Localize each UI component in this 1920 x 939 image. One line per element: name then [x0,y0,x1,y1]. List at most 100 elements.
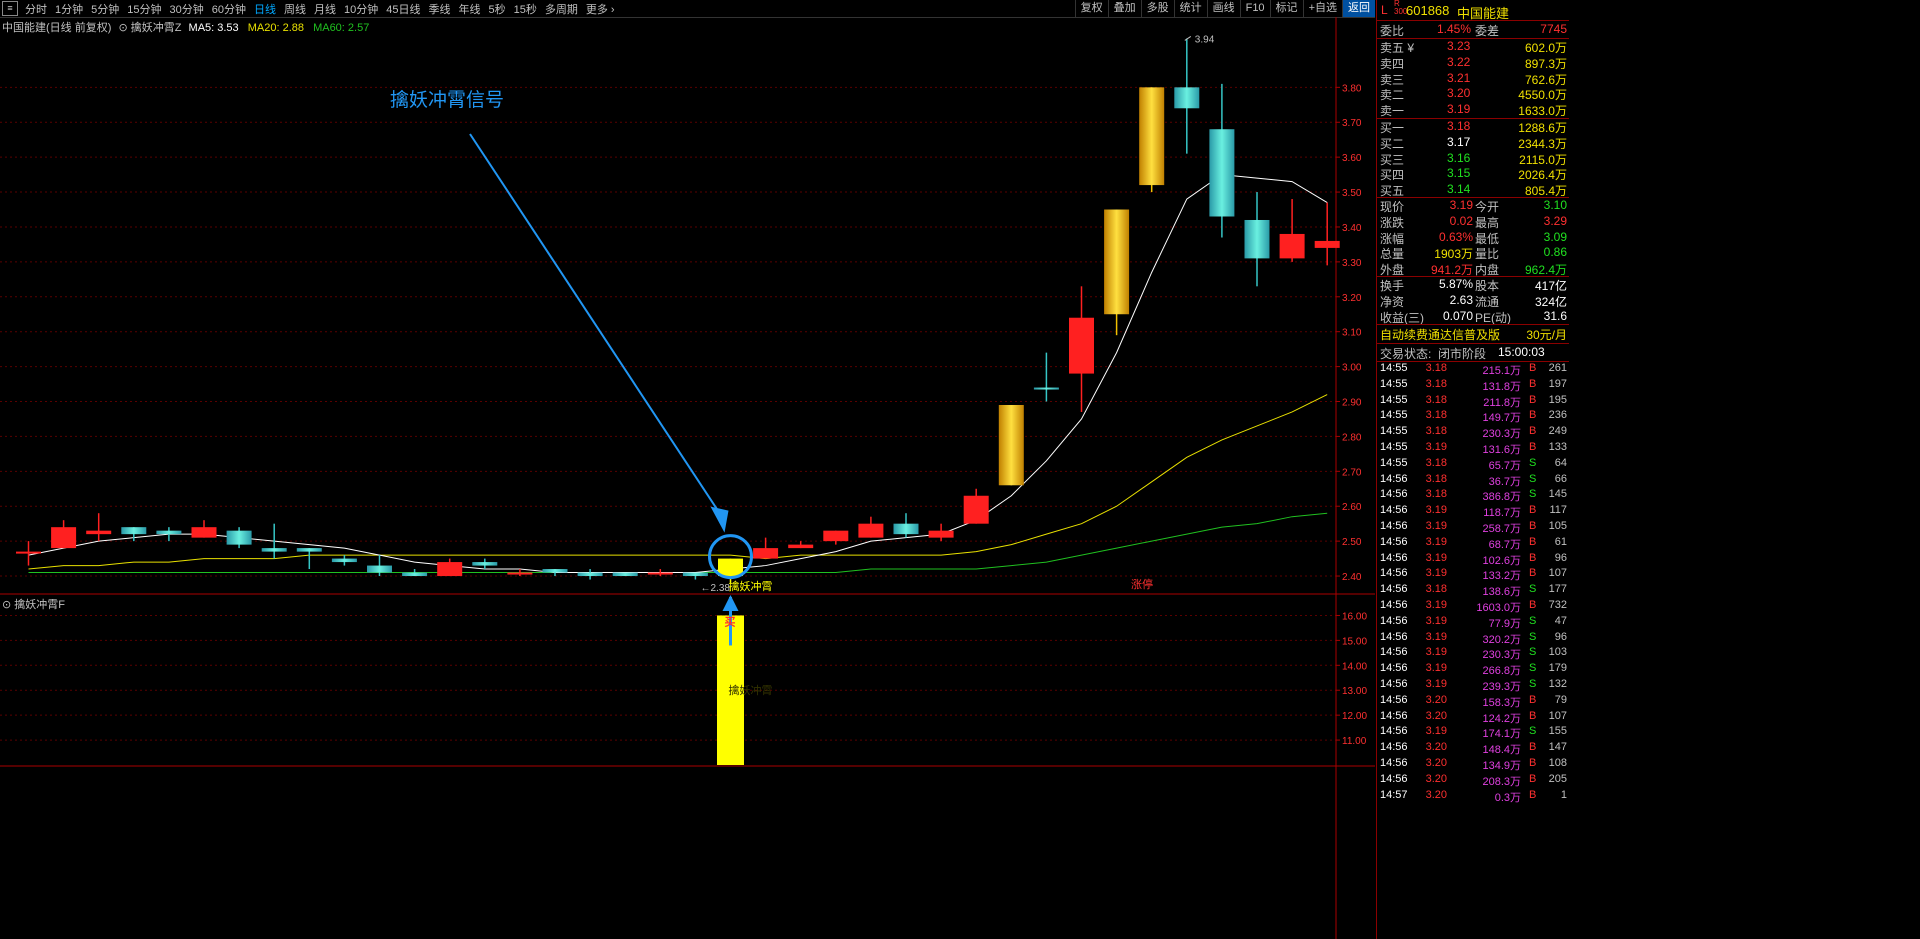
order-label: 买二 [1380,136,1405,151]
tick-cell: B [1529,598,1537,611]
tick-cell: 14:56 [1380,551,1408,564]
kline-chart[interactable]: 3.80 3.70 3.60 3.50 3.40 3.30 3.20 3.10 3.00 2.90… [0,17,1375,939]
tick-row: 14:56 3.20 208.3万 B 205 [1377,773,1569,789]
promo-row[interactable]: 自动续费通达信普及版 30元/月 [1377,326,1569,342]
tick-cell: 215.1万 [1482,365,1521,377]
candle-body [788,544,814,549]
tick-cell: 3.18 [1425,409,1447,422]
period-tab[interactable]: 周线 [280,1,310,17]
stat-row: 总量 1903万 量比 0.86 [1377,245,1569,261]
order-volume: 762.6万 [1524,72,1567,87]
sub-signal-label: 擒妖冲霄 [729,683,773,697]
tool-button[interactable]: 叠加 [1107,0,1141,17]
candle-body [121,527,147,535]
tool-button[interactable]: F10 [1239,0,1270,17]
fund-cell: 净资 [1380,294,1405,309]
tick-cell: 149.7万 [1482,412,1521,425]
candle-body [51,527,77,549]
tick-cell: 14:55 [1380,425,1408,438]
tick-cell: 14:56 [1380,583,1408,596]
period-tab[interactable]: 5秒 [485,1,510,17]
order-price: 3.19 [1447,102,1471,117]
high-marker [1184,36,1192,41]
period-tab[interactable]: 15分钟 [123,1,165,17]
tick-cell: 14:56 [1380,488,1408,501]
tick-cell: 320.2万 [1482,633,1521,646]
promo-text[interactable]: 自动续费通达信普及版 [1380,326,1500,343]
tool-button[interactable]: 复权 [1074,0,1108,17]
tick-list[interactable]: 14:55 3.18 215.1万 B 261 14:55 3.18 131.8万 B 197 14… [1377,362,1569,804]
period-tab[interactable]: 45日线 [382,1,424,17]
period-tab[interactable]: 15秒 [510,1,541,17]
tick-row: 14:56 3.20 134.9万 B 108 [1377,757,1569,773]
tick-cell: 133 [1548,440,1567,453]
tick-row: 14:55 3.18 211.8万 B 195 [1377,394,1569,410]
sub-tick-label: 16.00 [1342,611,1367,622]
tick-cell: 14:56 [1380,504,1408,517]
tick-cell: 205 [1548,772,1567,785]
tick-cell: 3.19 [1425,551,1447,564]
ma5-line [28,174,1328,574]
period-tab[interactable]: 60分钟 [208,1,250,17]
sub-tick-label: 14.00 [1342,661,1367,672]
tick-row: 14:56 3.19 239.3万 S 132 [1377,678,1569,694]
candle-body [261,548,287,552]
period-tab[interactable]: 月线 [310,1,340,17]
menu-icon[interactable]: ≡ [2,1,18,16]
tool-button[interactable]: 统计 [1173,0,1207,17]
tick-cell: 102.6万 [1482,554,1521,567]
candle-body [753,548,779,559]
tick-cell: 155 [1548,725,1567,738]
tick-cell: 64 [1554,456,1567,469]
tick-cell: 239.3万 [1482,680,1521,693]
tick-cell: 131.6万 [1482,443,1521,456]
stat-cell: 3.10 [1543,198,1567,212]
tick-cell: B [1529,393,1537,406]
period-tab[interactable]: 日线 [250,1,280,17]
order-label: 卖四 [1380,56,1405,71]
candle-body [963,495,989,524]
period-tab[interactable]: 更多 › [582,1,619,17]
period-tab[interactable]: 10分钟 [340,1,382,17]
sub-tick-label: 15.00 [1342,636,1367,647]
tick-cell: B [1529,504,1537,517]
stock-name: 中国能建 [1457,6,1510,21]
tick-cell: 14:56 [1380,725,1408,738]
tool-button[interactable]: 标记 [1269,0,1303,17]
weibi-value: 1.45% [1437,22,1472,36]
tick-cell: 3.20 [1425,788,1447,801]
tick-row: 14:56 3.19 258.7万 B 105 [1377,520,1569,536]
tick-cell: S [1529,456,1537,469]
period-tab[interactable]: 5分钟 [87,1,123,17]
tick-cell: 14:55 [1380,393,1408,406]
tool-button[interactable]: 返回 [1342,0,1375,17]
period-tab[interactable]: 30分钟 [166,1,208,17]
tool-button[interactable]: 多股 [1140,0,1174,17]
stat-cell: 3.29 [1543,213,1567,228]
tick-cell: 79 [1554,693,1567,706]
candle-body [507,572,533,575]
period-tab[interactable]: 1分钟 [51,1,87,17]
tick-cell: 230.3万 [1482,428,1521,441]
tick-cell: 3.19 [1425,504,1447,517]
tick-cell: 3.19 [1425,646,1447,659]
weicha-label: 委差 [1475,24,1500,38]
period-tab[interactable]: 季线 [425,1,455,17]
period-tab[interactable]: 分时 [21,1,51,17]
tick-row: 14:56 3.19 1603.0万 B 732 [1377,599,1569,615]
tick-cell: 124.2万 [1482,712,1521,725]
period-tabs: 分时 1分钟 5分钟 15分钟 30分钟 60分钟 日线 周线 月线 10分钟 45日线 季线 年线 5秒… [21,1,619,17]
candle-body [823,530,849,542]
period-tab[interactable]: 多周期 [541,1,582,17]
sell-level: 卖一 3.19 1633.0万 [1377,102,1569,118]
tick-cell: B [1529,788,1537,801]
buy-level: 买三 3.16 2115.0万 [1377,151,1569,167]
price-tick-label: 2.60 [1342,502,1362,513]
period-tab[interactable]: 年线 [455,1,485,17]
tool-button[interactable]: +自选 [1302,0,1342,17]
buy-level: 买一 3.18 1288.6万 [1377,119,1569,135]
tool-button[interactable]: 画线 [1206,0,1240,17]
order-volume: 1288.6万 [1518,121,1567,135]
order-label: 买三 [1380,152,1405,167]
order-label: 买一 [1380,121,1405,135]
